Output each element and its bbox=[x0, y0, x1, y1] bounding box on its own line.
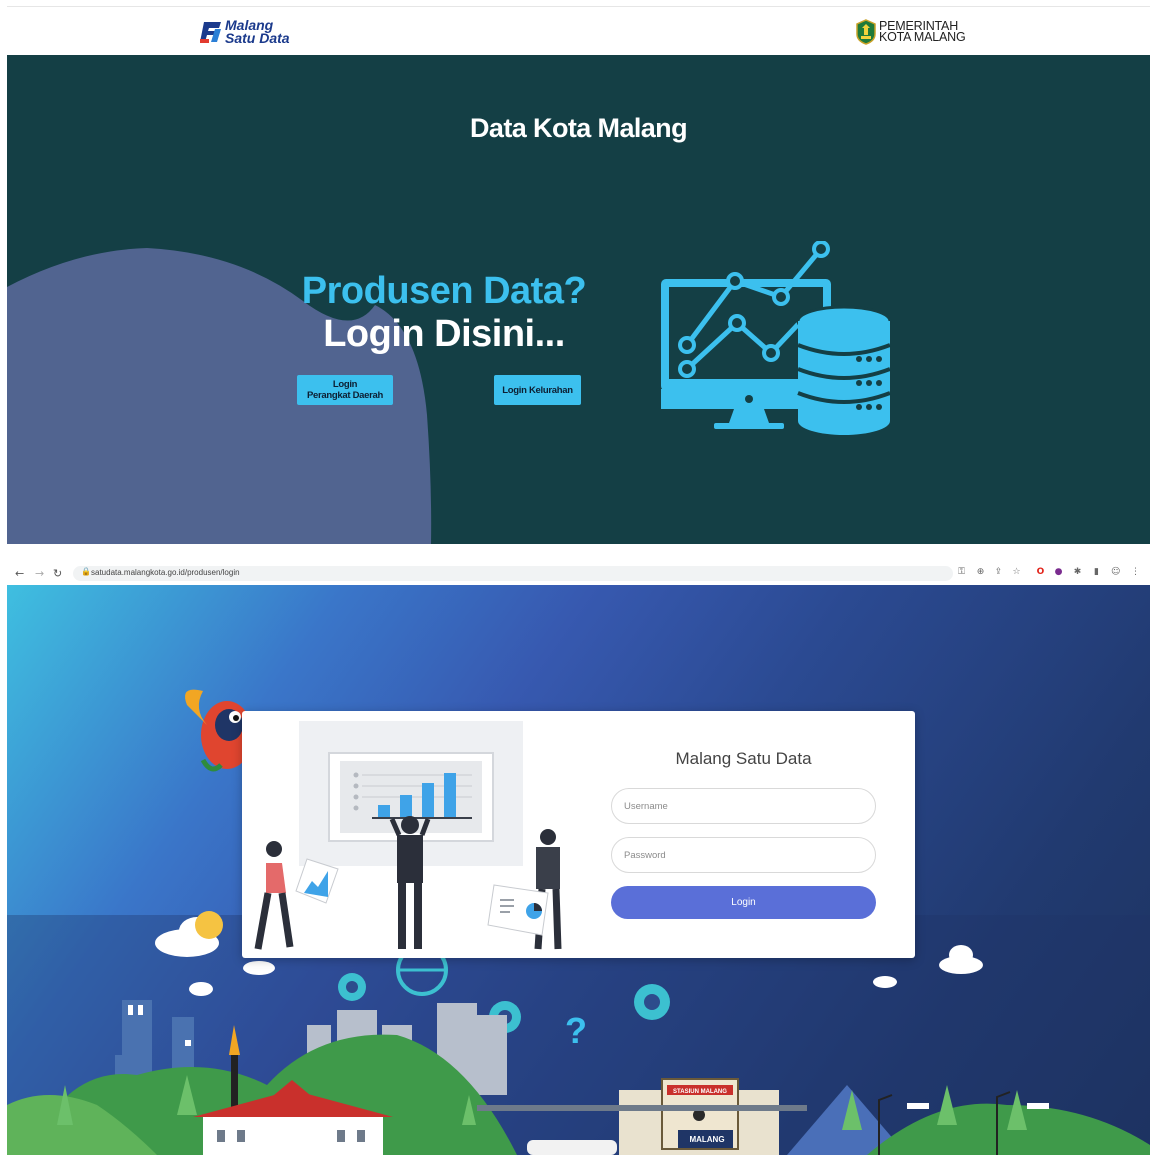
login-card: Malang Satu Data Login bbox=[242, 711, 915, 958]
svg-text:?: ? bbox=[565, 1010, 587, 1051]
pemkot-malang-logo[interactable]: PEMERINTAH KOTA MALANG bbox=[855, 19, 966, 45]
station-sign: STASIUN MALANG bbox=[673, 1089, 727, 1095]
password-input[interactable] bbox=[611, 837, 876, 873]
msd-logo-icon bbox=[200, 22, 221, 43]
hero-cta-text: Login Disini... bbox=[323, 313, 565, 355]
menu-icon[interactable]: ⋮ bbox=[1131, 568, 1140, 577]
back-arrow-icon[interactable]: ← bbox=[15, 567, 24, 580]
btn-perangkat-line-2: Perangkat Daerah bbox=[307, 390, 383, 401]
address-bar[interactable]: 🔒 satudata.malangkota.go.id/produsen/log… bbox=[73, 566, 953, 581]
malang-emblem-icon bbox=[856, 19, 876, 45]
data-team-illustration bbox=[254, 721, 562, 950]
train-station: STASIUN MALANG MALANG bbox=[619, 1078, 779, 1155]
hero-section: Data Kota Malang Produsen Data? Login Di… bbox=[7, 55, 1150, 544]
share-icon[interactable]: ⇪ bbox=[994, 568, 1003, 577]
forward-arrow-icon[interactable]: → bbox=[35, 567, 44, 580]
hero-question: Produsen Data? bbox=[301, 270, 587, 312]
opera-icon[interactable]: O bbox=[1036, 568, 1045, 577]
database-icon bbox=[796, 305, 892, 435]
login-perangkat-daerah-button[interactable]: Login Perangkat Daerah bbox=[297, 375, 393, 405]
lock-icon: 🔒 bbox=[81, 567, 91, 576]
extension-icon[interactable]: ● bbox=[1054, 568, 1063, 577]
data-analytics-illustration bbox=[661, 241, 892, 435]
landing-page: Malang Satu Data PEMERINTAH KOTA MALANG … bbox=[7, 6, 1150, 544]
btn-perangkat-line-1: Login bbox=[332, 379, 358, 390]
profile-icon[interactable]: ☺ bbox=[1111, 568, 1120, 577]
key-icon[interactable]: ⚿ bbox=[957, 568, 966, 577]
logo-line-2: Satu Data bbox=[225, 30, 290, 46]
login-kelurahan-button[interactable]: Login Kelurahan bbox=[494, 375, 581, 405]
hero-title: Data Kota Malang bbox=[470, 113, 688, 143]
username-input[interactable] bbox=[611, 788, 876, 824]
zoom-icon[interactable]: ⊕ bbox=[976, 568, 985, 577]
site-header: Malang Satu Data PEMERINTAH KOTA MALANG bbox=[7, 6, 1150, 56]
login-button[interactable]: Login bbox=[611, 886, 876, 919]
star-icon[interactable]: ☆ bbox=[1012, 568, 1021, 577]
sidepanel-icon[interactable]: ▮ bbox=[1092, 568, 1101, 577]
malang-satu-data-logo[interactable]: Malang Satu Data bbox=[200, 17, 290, 47]
station-name: MALANG bbox=[689, 1135, 724, 1144]
browser-toolbar: ← → ↻ 🔒 satudata.malangkota.go.id/produs… bbox=[7, 563, 1150, 586]
login-title: Malang Satu Data bbox=[675, 749, 812, 768]
url-text: satudata.malangkota.go.id/produsen/login bbox=[91, 568, 240, 577]
pemkot-line-2: KOTA MALANG bbox=[879, 30, 966, 44]
puzzle-icon[interactable]: ✱ bbox=[1073, 568, 1082, 577]
login-page: ? STASIUN MALANG MALANG Malang Satu Data… bbox=[7, 585, 1150, 1155]
reload-icon[interactable]: ↻ bbox=[53, 567, 62, 580]
browser-window: ← → ↻ 🔒 satudata.malangkota.go.id/produs… bbox=[7, 563, 1150, 1155]
